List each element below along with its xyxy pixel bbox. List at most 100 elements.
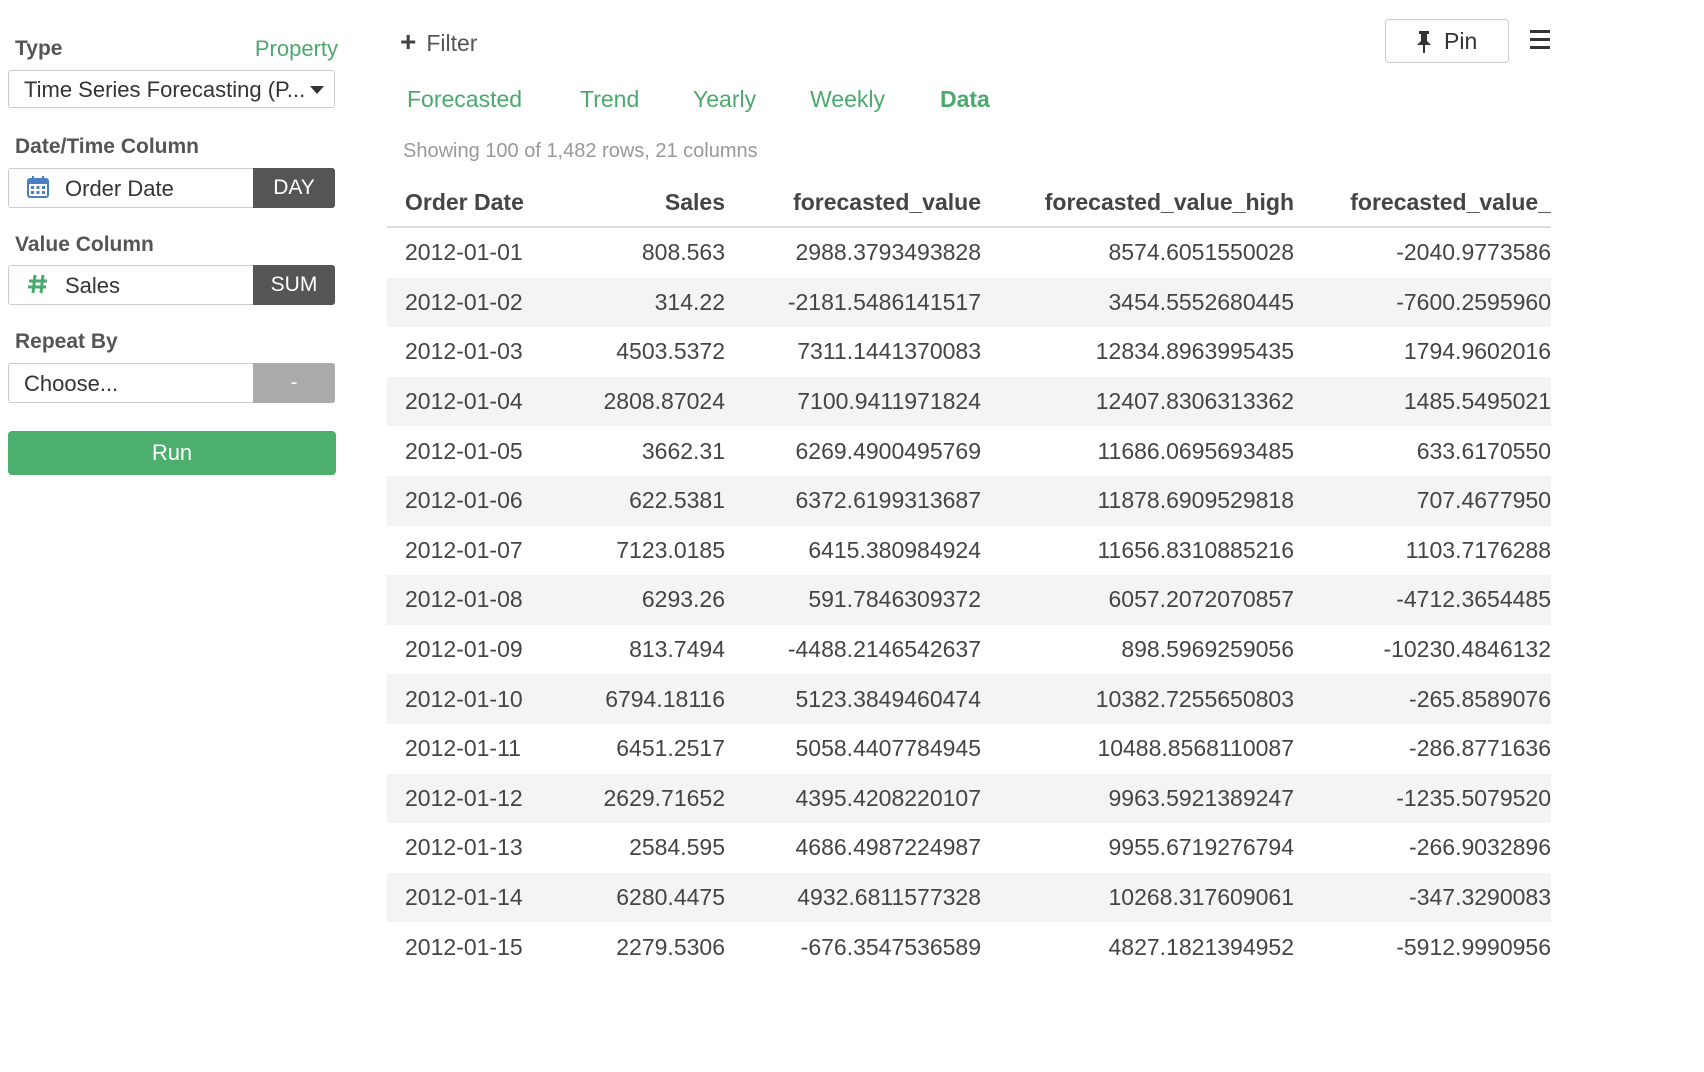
date-column-value: Order Date [65, 176, 174, 201]
table-cell: -286.8771636 [1409, 735, 1551, 762]
data-table-container[interactable]: Order Date Sales forecasted_value foreca… [387, 178, 1551, 988]
table-row[interactable]: 2012-01-13 2584.595 4686.4987224987 9955.67… [387, 823, 1551, 873]
value-column-value: Sales [65, 273, 121, 298]
table-cell: 2012-01-06 [387, 475, 555, 526]
table-row[interactable]: 2012-01-06 622.5381 6372.6199313687 11878.6… [387, 475, 1551, 526]
tab-yearly[interactable]: Yearly [693, 86, 756, 113]
table-cell: 4827.1821394952 [1108, 933, 1294, 960]
column-header[interactable]: forecasted_value_high [981, 178, 1294, 228]
table-cell: 2012-01-05 [405, 437, 523, 464]
table-row[interactable]: 2012-01-02 314.22 -2181.5486141517 3454.555… [387, 277, 1551, 328]
table-cell: 6280.4475 [555, 872, 725, 923]
table-cell: 898.5969259056 [1121, 636, 1294, 663]
filter-button[interactable]: + Filter [400, 26, 477, 58]
table-cell: -266.9032896 [1409, 834, 1551, 861]
table-cell: 6057.2072070857 [981, 575, 1294, 625]
column-header[interactable]: Order Date [387, 178, 555, 228]
table-cell: -4712.3654485 [1294, 575, 1551, 625]
table-cell: 2012-01-14 [387, 872, 555, 923]
tab-trend[interactable]: Trend [580, 86, 639, 113]
table-cell: 6451.2517 [616, 735, 725, 762]
table-cell: 2988.3793493828 [795, 239, 981, 266]
table-row[interactable]: 2012-01-10 6794.18116 5123.3849460474 10382… [387, 674, 1551, 724]
table-cell: 9955.6719276794 [1108, 834, 1294, 861]
table-cell: 5123.3849460474 [725, 674, 981, 724]
table-cell: 10382.7255650803 [981, 674, 1294, 724]
table-cell: 2012-01-15 [405, 933, 523, 960]
tab-weekly[interactable]: Weekly [810, 86, 885, 113]
repeat-by-value: Choose... [24, 371, 119, 396]
column-header[interactable]: forecasted_value_ [1294, 178, 1551, 228]
table-row[interactable]: 2012-01-03 4503.5372 7311.1441370083 12834.… [387, 327, 1551, 377]
table-cell: 9963.5921389247 [981, 773, 1294, 824]
tab-data[interactable]: Data [940, 86, 990, 113]
table-cell: -5912.9990956 [1396, 933, 1551, 960]
column-header[interactable]: forecasted_value [725, 178, 981, 228]
table-cell: 813.7494 [629, 636, 725, 663]
table-cell: 12834.8963995435 [1095, 338, 1294, 365]
table-cell: 2012-01-03 [405, 338, 523, 365]
table-cell: 1103.7176288 [1405, 536, 1551, 563]
filter-label: Filter [426, 30, 478, 56]
table-cell: 2012-01-04 [387, 376, 555, 427]
tab-forecasted[interactable]: Forecasted [407, 86, 522, 113]
hamburger-menu-icon[interactable] [1530, 30, 1550, 54]
table-cell: -347.3290083 [1294, 872, 1551, 923]
table-cell: 2012-01-09 [405, 636, 523, 663]
table-row[interactable]: 2012-01-11 6451.2517 5058.4407784945 10488.… [387, 724, 1551, 774]
table-cell: 4395.4208220107 [725, 773, 981, 824]
table-cell: 6794.18116 [555, 674, 725, 724]
table-cell: 11656.8310885216 [1097, 536, 1294, 563]
table-cell: 8574.6051550028 [1108, 239, 1294, 266]
table-cell: -2040.9773586 [1396, 239, 1551, 266]
repeat-by-tag[interactable]: - [253, 363, 335, 403]
table-cell: 7100.9411971824 [725, 376, 981, 427]
table-cell: 2012-01-13 [405, 834, 523, 861]
table-cell: 2012-01-02 [387, 277, 555, 328]
table-cell: 7311.1441370083 [797, 338, 981, 365]
table-cell: 4686.4987224987 [795, 834, 981, 861]
table-row[interactable]: 2012-01-15 2279.5306 -676.3547536589 4827.1… [387, 922, 1551, 972]
table-cell: -265.8589076 [1294, 674, 1551, 724]
table-cell: 6372.6199313687 [725, 475, 981, 526]
table-cell: 2012-01-08 [387, 575, 555, 625]
repeat-by-label: Repeat By [15, 330, 118, 353]
table-row[interactable]: 2012-01-04 2808.87024 7100.9411971824 12407… [387, 376, 1551, 427]
table-cell: 5058.4407784945 [795, 735, 981, 762]
value-column-field[interactable]: Sales SUM [8, 265, 335, 305]
calendar-icon [27, 176, 49, 198]
repeat-by-field[interactable]: Choose... - [8, 363, 335, 403]
table-row[interactable]: 2012-01-14 6280.4475 4932.6811577328 10268.… [387, 872, 1551, 923]
table-cell: 3454.5552680445 [981, 277, 1294, 328]
table-cell: 3662.31 [641, 437, 725, 464]
plus-icon: + [400, 26, 417, 57]
column-header[interactable]: Sales [555, 178, 725, 228]
table-row[interactable]: 2012-01-07 7123.0185 6415.380984924 11656.8… [387, 526, 1551, 576]
table-row[interactable]: 2012-01-09 813.7494 -4488.2146542637 898.59… [387, 625, 1551, 675]
table-cell: 591.7846309372 [725, 575, 981, 625]
aggregation-button[interactable]: SUM [253, 265, 335, 305]
table-cell: 1485.5495021 [1294, 376, 1551, 427]
row-summary: Showing 100 of 1,482 rows, 21 columns [403, 140, 758, 162]
run-button[interactable]: Run [8, 431, 336, 475]
date-column-label: Date/Time Column [15, 135, 199, 158]
table-cell: 2279.5306 [616, 933, 725, 960]
table-row[interactable]: 2012-01-12 2629.71652 4395.4208220107 9963.… [387, 773, 1551, 824]
table-cell: 4503.5372 [616, 338, 725, 365]
date-column-field[interactable]: Order Date DAY [8, 168, 335, 208]
table-cell: -4488.2146542637 [787, 636, 981, 663]
table-row[interactable]: 2012-01-05 3662.31 6269.4900495769 11686.06… [387, 426, 1551, 476]
pin-button[interactable]: Pin [1385, 19, 1509, 63]
table-row[interactable]: 2012-01-01 808.563 2988.3793493828 8574.605… [387, 227, 1551, 278]
property-link[interactable]: Property [255, 36, 338, 62]
table-cell: 2584.595 [629, 834, 725, 861]
table-cell: 2012-01-10 [387, 674, 555, 724]
date-unit-button[interactable]: DAY [253, 168, 335, 208]
type-select[interactable]: Time Series Forecasting (P... [8, 70, 335, 108]
table-cell: 2629.71652 [555, 773, 725, 824]
table-cell: 2012-01-12 [387, 773, 555, 824]
table-cell: -10230.4846132 [1383, 636, 1551, 663]
table-row[interactable]: 2012-01-08 6293.26 591.7846309372 6057.2072… [387, 575, 1551, 625]
table-cell: 808.563 [641, 239, 725, 266]
table-cell: -1235.5079520 [1294, 773, 1551, 824]
